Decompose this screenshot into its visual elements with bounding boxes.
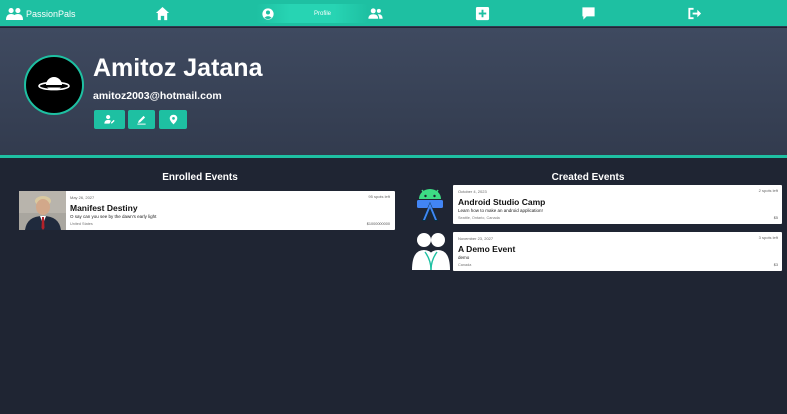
profile-name: Amitoz Jatana	[93, 54, 263, 82]
event-thumbnail	[19, 191, 66, 230]
event-price: $1000000000	[366, 222, 390, 226]
planet-icon	[38, 77, 70, 91]
friends-group-icon	[410, 230, 452, 271]
home-icon	[155, 6, 169, 21]
event-spots-left: 95 spots left	[368, 194, 390, 199]
pencil-icon	[137, 115, 146, 125]
edit-profile-button[interactable]	[94, 110, 125, 129]
nav-chat[interactable]	[580, 4, 596, 23]
created-events-title: Created Events	[551, 172, 625, 183]
nav-friends[interactable]	[366, 4, 384, 23]
event-spots-left: 3 spots left	[758, 235, 778, 240]
event-location: United States	[70, 222, 93, 226]
brand-logo[interactable]: PassionPals	[6, 5, 76, 22]
enrolled-events-title: Enrolled Events	[162, 172, 238, 183]
android-studio-icon	[413, 185, 447, 223]
profile-email: amitoz2003@hotmail.com	[93, 90, 222, 102]
event-card-manifest-destiny[interactable]: May 26, 2027 95 spots left Manifest Dest…	[19, 191, 395, 230]
top-navbar: PassionPals Profile	[0, 0, 787, 27]
friends-icon	[367, 8, 383, 19]
event-date: November 23, 2027	[458, 236, 494, 241]
event-title: Android Studio Camp	[458, 197, 546, 207]
avatar	[24, 55, 84, 115]
event-description: Learn how to make an android application…	[458, 208, 543, 213]
event-price: $5	[773, 216, 778, 220]
event-description: O say can you see by the dawn's early li…	[70, 214, 157, 219]
nav-logout[interactable]	[686, 4, 702, 23]
location-pin-icon	[169, 114, 177, 125]
event-location: Canada	[458, 263, 472, 267]
user-edit-icon	[104, 115, 115, 124]
logout-icon	[687, 7, 701, 20]
people-logo-icon	[6, 7, 23, 20]
event-date: October 4, 2023	[458, 189, 487, 194]
add-square-icon	[475, 6, 489, 21]
event-card-a-demo-event[interactable]: November 23, 2027 3 spots left A Demo Ev…	[453, 232, 782, 271]
event-date: May 26, 2027	[70, 195, 95, 200]
nav-profile-label: Profile	[314, 10, 332, 17]
event-card-android-studio-camp[interactable]: October 4, 2023 2 spots left Android Stu…	[453, 185, 782, 224]
event-price: $3	[773, 263, 778, 267]
nav-home[interactable]	[154, 4, 170, 23]
event-title: Manifest Destiny	[70, 203, 138, 213]
event-location: Seattle, Ontario, Canada	[458, 216, 500, 220]
location-button[interactable]	[159, 110, 187, 129]
edit-button[interactable]	[128, 110, 155, 129]
event-title: A Demo Event	[458, 244, 516, 254]
event-spots-left: 2 spots left	[758, 188, 778, 193]
portrait-photo-icon	[19, 191, 66, 230]
event-description: demo	[458, 255, 470, 260]
nav-create-event[interactable]	[474, 4, 490, 23]
user-circle-icon	[262, 7, 274, 20]
brand-name: PassionPals	[26, 8, 76, 19]
chat-icon	[581, 7, 595, 20]
header-divider	[0, 155, 787, 158]
nav-profile[interactable]: Profile	[256, 4, 368, 23]
